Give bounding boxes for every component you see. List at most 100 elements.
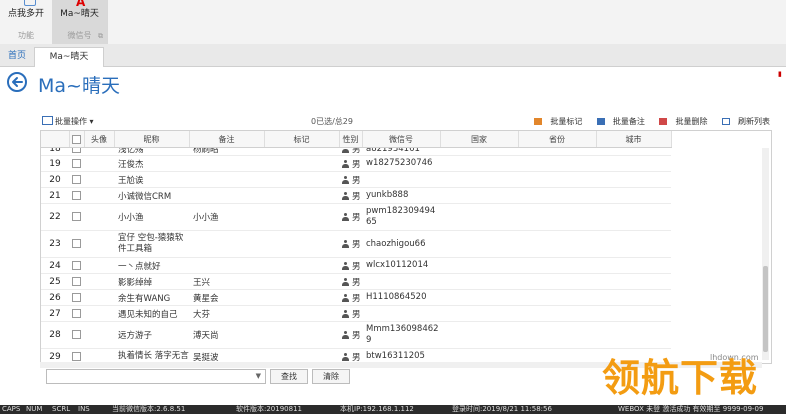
row-nickname: 汪俊杰: [114, 155, 189, 172]
grid-header: 头像 昵称 备注 标记 性别 微信号 国家 省份 城市: [41, 131, 672, 148]
search-select[interactable]: ▼: [46, 369, 266, 384]
row-select[interactable]: [69, 273, 84, 290]
table-icon: [42, 116, 53, 125]
tab-bar: 首页 Ma~晴天: [0, 44, 786, 67]
table-row[interactable]: 23 宜仔 空包-猿猿软件工具箱 男 chaozhigou66: [41, 230, 671, 258]
row-mark: [264, 171, 339, 188]
back-button[interactable]: [7, 72, 27, 92]
header-select-all[interactable]: [69, 131, 85, 148]
table-row[interactable]: 24 一丶点就好 男 wlcx10112014: [41, 257, 671, 274]
row-gender-label: 男: [352, 240, 361, 250]
row-nickname: 小小渔: [114, 203, 189, 231]
table-row[interactable]: 28 远方游子 溥天尚 男 Mmm1360984629: [41, 321, 671, 349]
contacts-grid: 18 浅忆殇 杨刷昭男 a821934161 19 汪俊杰男 w18275230746 20 王…: [40, 130, 772, 364]
row-select[interactable]: [69, 171, 84, 188]
row-number: 26: [41, 289, 69, 306]
row-remark: [189, 187, 264, 204]
select-all-checkbox[interactable]: [72, 134, 81, 144]
page-title: Ma~晴天: [38, 75, 120, 97]
row-select[interactable]: [69, 203, 84, 231]
row-province: [518, 289, 596, 306]
row-checkbox[interactable]: [72, 190, 81, 200]
delete-icon: [659, 118, 668, 125]
table-row[interactable]: 22 小小渔 小小渔 男 pwm18230949465: [41, 203, 671, 231]
row-nickname: 遇见未知的自己: [114, 305, 189, 322]
row-checkbox[interactable]: [72, 239, 81, 248]
row-wechat-id: [362, 273, 440, 290]
row-gender: 男: [339, 187, 362, 204]
row-select[interactable]: [69, 155, 84, 172]
row-select[interactable]: [69, 187, 84, 204]
row-gender-label: 男: [352, 331, 361, 341]
header-wechat-id[interactable]: 微信号: [362, 131, 441, 148]
multi-open-button[interactable]: 点我多开: [0, 0, 52, 30]
row-number: 25: [41, 273, 69, 290]
row-avatar: [84, 273, 114, 290]
header-city[interactable]: 城市: [596, 131, 672, 148]
table-row[interactable]: 25 影影绰绰 王兴 男: [41, 273, 671, 290]
row-gender-label: 男: [352, 261, 361, 272]
row-select[interactable]: [69, 289, 84, 306]
refresh-list-button[interactable]: 刷新列表: [716, 117, 770, 126]
grid-body: 18 浅忆殇 杨刷昭男 a821934161 19 汪俊杰男 w18275230746 20 王…: [41, 143, 671, 363]
row-checkbox[interactable]: [72, 276, 81, 286]
header-country[interactable]: 国家: [440, 131, 519, 148]
row-wechat-id: chaozhigou66: [362, 230, 440, 258]
row-remark: 黄星会: [189, 289, 264, 306]
batch-remark-button[interactable]: 批量备注: [591, 117, 645, 126]
table-row[interactable]: 20 王尬诶 男: [41, 171, 671, 188]
header-gender[interactable]: 性别: [339, 131, 363, 148]
table-row[interactable]: 21 小诚微信CRM 男 yunkb888: [41, 187, 671, 204]
ribbon-group-function: 点我多开 功能: [0, 0, 53, 44]
header-mark[interactable]: 标记: [264, 131, 340, 148]
refresh-icon: [722, 118, 730, 125]
scrollbar-thumb[interactable]: [763, 266, 768, 352]
vertical-scrollbar[interactable]: [762, 148, 769, 360]
row-city: [596, 230, 671, 258]
tab-home[interactable]: 首页: [0, 47, 34, 66]
header-avatar[interactable]: 头像: [84, 131, 115, 148]
person-icon: [342, 352, 349, 361]
row-country: [440, 257, 518, 274]
chevron-down-icon[interactable]: ▼: [256, 372, 261, 380]
row-number: 24: [41, 257, 69, 274]
header-nickname[interactable]: 昵称: [114, 131, 190, 148]
batch-ops-dropdown[interactable]: 批量操作 ▾: [42, 116, 94, 127]
toolbar-actions: 批量标记 批量备注 批量删除 刷新列表: [522, 116, 770, 127]
table-row[interactable]: 19 汪俊杰 男 w18275230746: [41, 155, 671, 172]
row-checkbox[interactable]: [72, 174, 81, 184]
row-checkbox[interactable]: [72, 158, 81, 168]
arrow-left-icon: [12, 77, 23, 87]
account-button[interactable]: A Ma~晴天: [52, 0, 107, 30]
person-icon: [342, 277, 349, 286]
row-checkbox[interactable]: [72, 330, 81, 339]
row-select[interactable]: [69, 257, 84, 274]
row-checkbox[interactable]: [72, 308, 81, 318]
search-button[interactable]: 查找: [270, 369, 308, 384]
person-icon: [342, 213, 349, 221]
row-select[interactable]: [69, 321, 84, 349]
row-remark: 大芬: [189, 305, 264, 322]
row-checkbox[interactable]: [72, 260, 81, 270]
header-province[interactable]: 省份: [518, 131, 597, 148]
row-gender: 男: [339, 230, 362, 258]
row-checkbox[interactable]: [72, 212, 81, 221]
row-mark: [264, 203, 339, 231]
row-country: [440, 230, 518, 258]
row-select[interactable]: [69, 230, 84, 258]
row-wechat-id: [362, 171, 440, 188]
row-city: [596, 289, 671, 306]
batch-delete-button[interactable]: 批量删除: [653, 117, 707, 126]
row-checkbox[interactable]: [72, 292, 81, 302]
tab-account[interactable]: Ma~晴天: [34, 47, 104, 67]
row-select[interactable]: [69, 305, 84, 322]
expand-icon[interactable]: ⧉: [98, 32, 103, 41]
table-row[interactable]: 26 余生有WANG 黄星会 男 H1110864520: [41, 289, 671, 306]
batch-mark-button[interactable]: 批量标记: [528, 117, 582, 126]
table-row[interactable]: 27 遇见未知的自己 大芬 男: [41, 305, 671, 322]
row-province: [518, 187, 596, 204]
clear-button[interactable]: 清除: [312, 369, 350, 384]
header-remark[interactable]: 备注: [189, 131, 265, 148]
row-checkbox[interactable]: [72, 351, 81, 361]
grid-toolbar: 批量操作 ▾ 0已选/总29 批量标记 批量备注 批量删除 刷新列表: [40, 114, 770, 130]
